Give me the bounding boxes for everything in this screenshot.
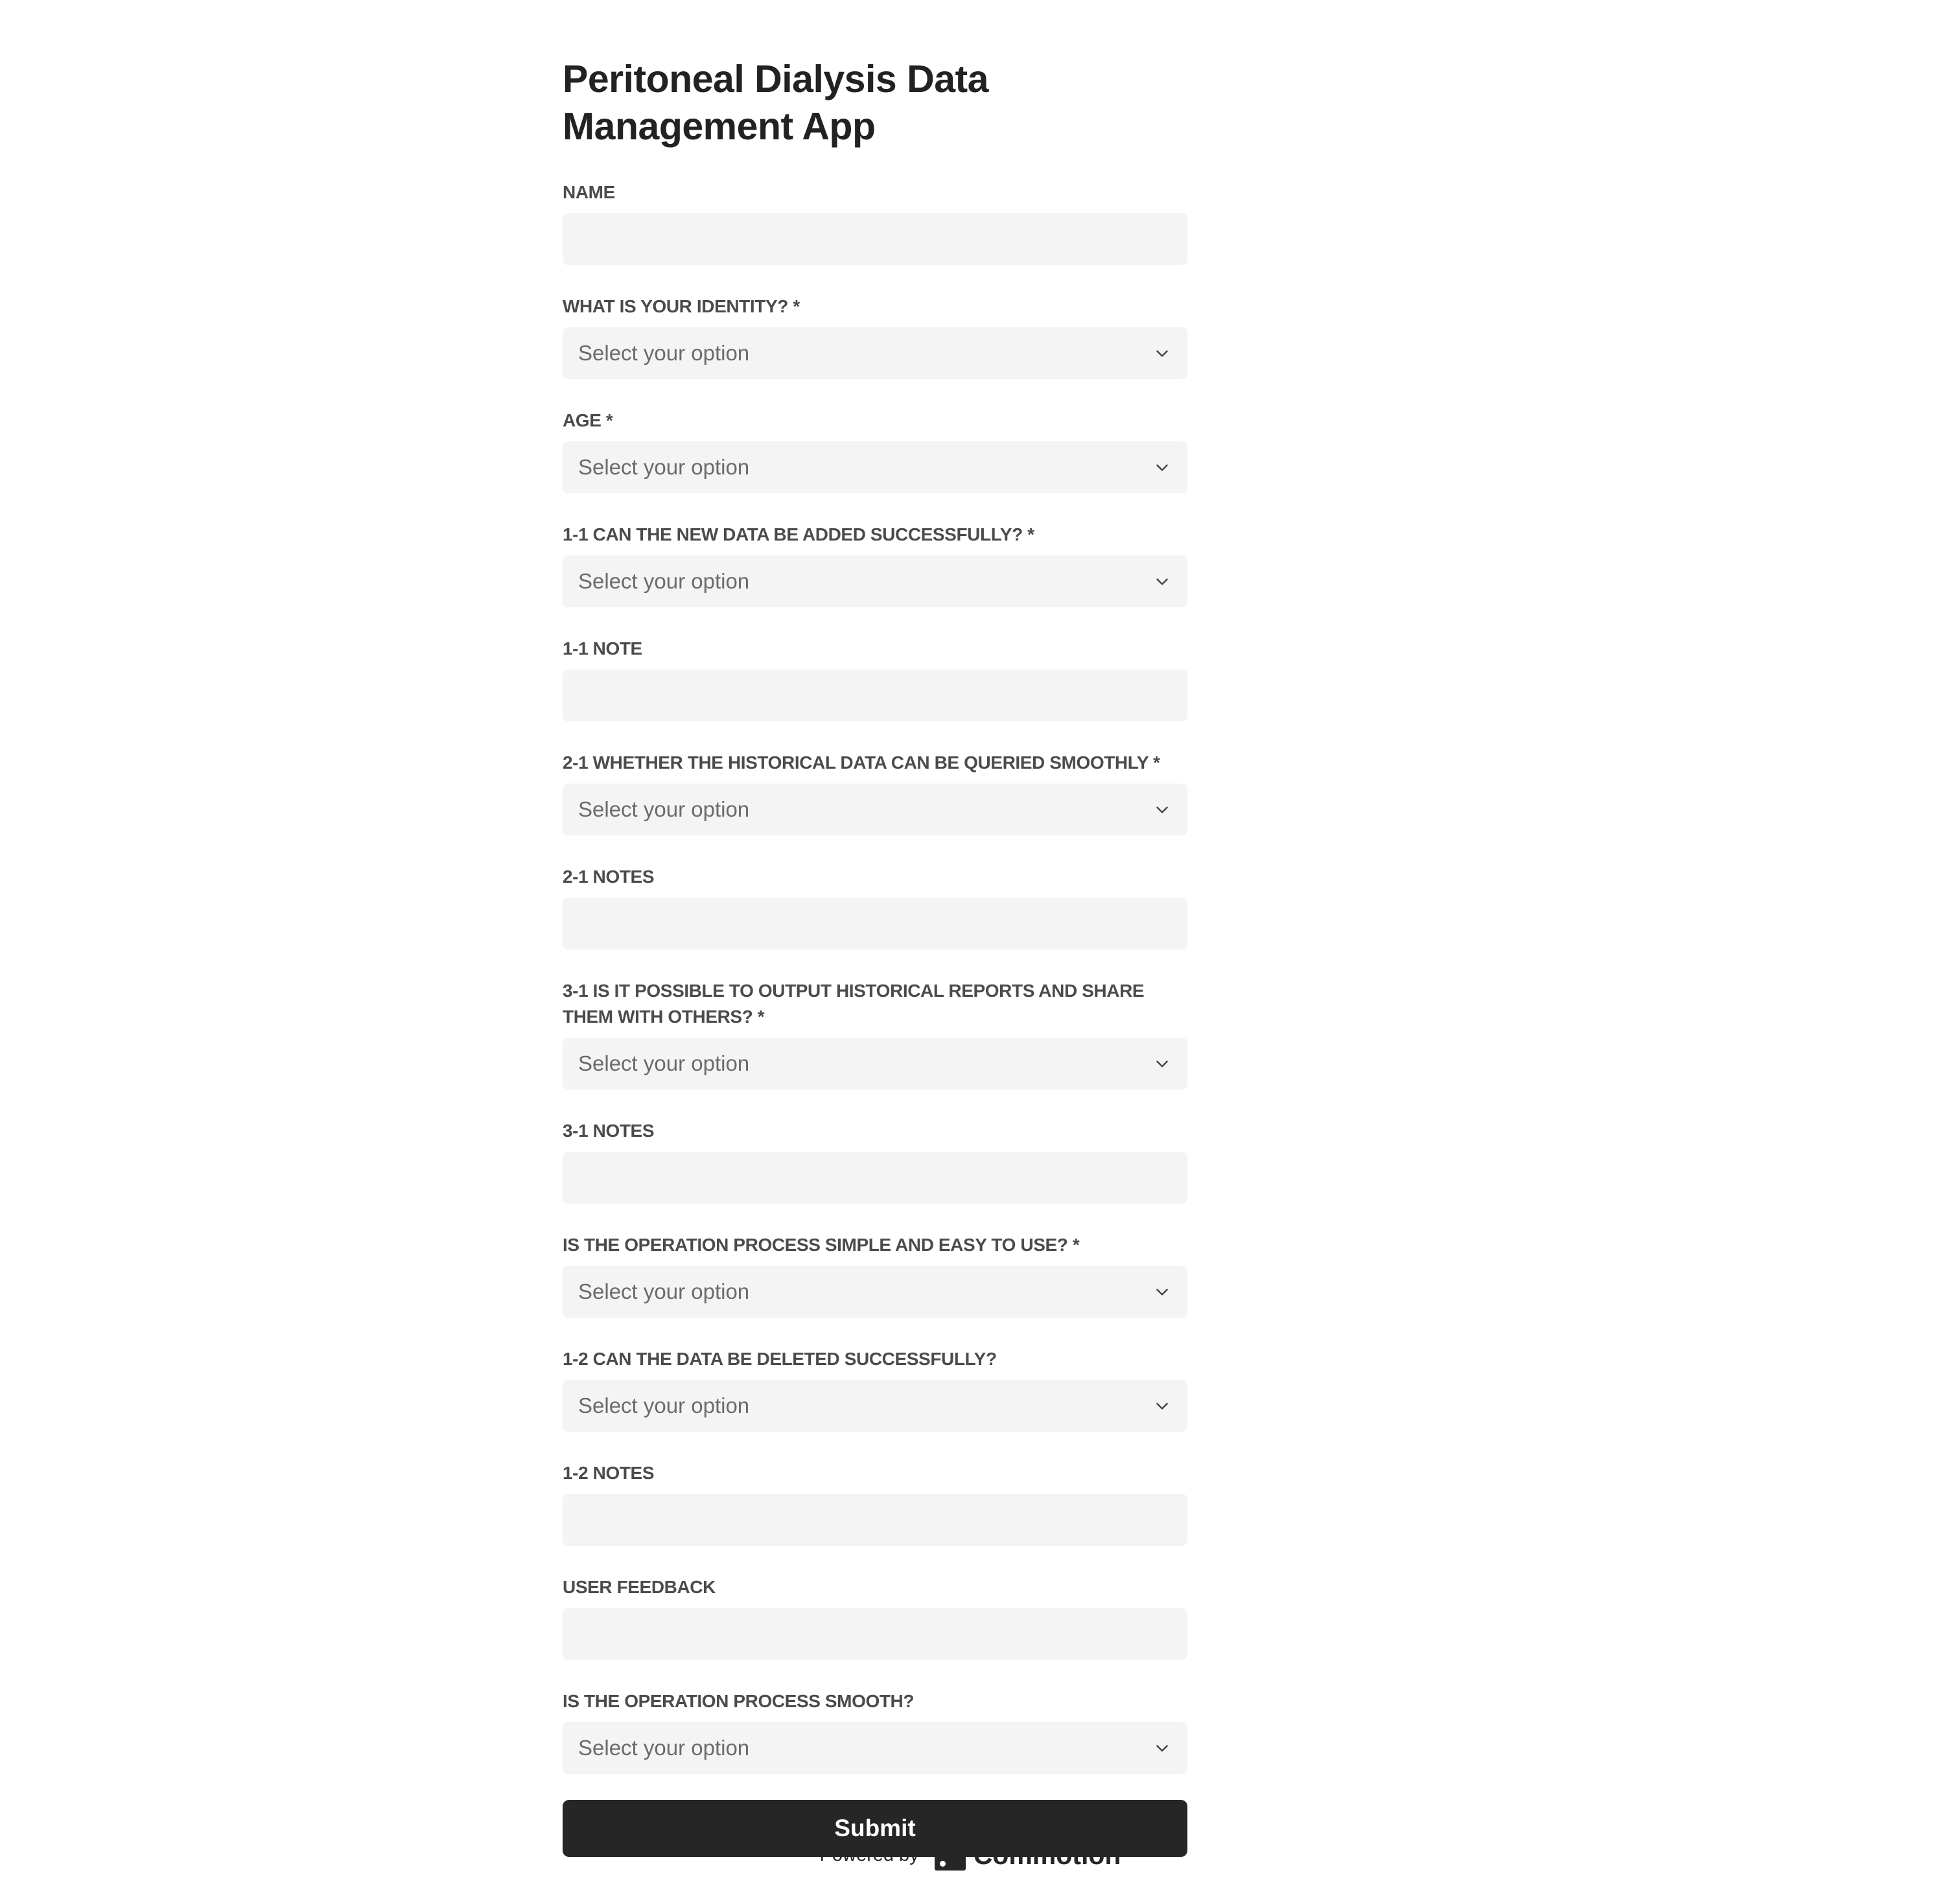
select-value: Select your option	[578, 1279, 750, 1303]
user-feedback-input[interactable]	[563, 1608, 1187, 1660]
select-value: Select your option	[578, 341, 750, 365]
age-select[interactable]: Select your option	[563, 441, 1187, 493]
select-value: Select your option	[578, 797, 750, 821]
chevron-down-icon	[1156, 464, 1168, 471]
field-age: AGE * Select your option	[563, 408, 1187, 493]
field-3-1-notes: 3-1 NOTES	[563, 1118, 1187, 1204]
name-input[interactable]	[563, 213, 1187, 265]
brand-name: Commotion	[973, 1839, 1121, 1870]
field-label: IS THE OPERATION PROCESS SMOOTH?	[563, 1691, 915, 1711]
page-title: Peritoneal Dialysis Data Management App	[563, 58, 988, 148]
operation-simple-select[interactable]: Select your option	[563, 1266, 1187, 1318]
chevron-down-icon	[1156, 578, 1168, 585]
field-label: 2-1 WHETHER THE HISTORICAL DATA CAN BE Q…	[563, 752, 1160, 773]
chevron-down-icon	[1156, 1060, 1168, 1067]
chevron-down-icon	[1156, 1288, 1168, 1296]
notes-3-1-input[interactable]	[563, 1152, 1187, 1204]
select-value: Select your option	[578, 1393, 750, 1417]
field-user-feedback: USER FEEDBACK	[563, 1574, 1187, 1660]
field-label: 2-1 NOTES	[563, 867, 655, 887]
data-deleted-select[interactable]: Select your option	[563, 1380, 1187, 1432]
field-operation-simple: IS THE OPERATION PROCESS SIMPLE AND EASY…	[563, 1232, 1187, 1318]
field-label: 1-2 CAN THE DATA BE DELETED SUCCESSFULLY…	[563, 1349, 997, 1369]
field-label: WHAT IS YOUR IDENTITY? *	[563, 296, 800, 316]
powered-by-footer: Powered by Commotion	[0, 1839, 1960, 1871]
field-label: 3-1 IS IT POSSIBLE TO OUTPUT HISTORICAL …	[563, 981, 1145, 1027]
note-1-1-input[interactable]	[563, 670, 1187, 721]
field-label: IS THE OPERATION PROCESS SIMPLE AND EASY…	[563, 1235, 1080, 1255]
field-name: NAME	[563, 180, 1187, 265]
operation-smooth-select[interactable]: Select your option	[563, 1722, 1187, 1774]
commotion-brand-link[interactable]: Commotion	[934, 1839, 1121, 1871]
field-2-1-notes: 2-1 NOTES	[563, 864, 1187, 950]
select-value: Select your option	[578, 1736, 750, 1760]
field-label: 1-1 CAN THE NEW DATA BE ADDED SUCCESSFUL…	[563, 524, 1034, 544]
chevron-down-icon	[1156, 350, 1168, 357]
select-value: Select your option	[578, 569, 750, 593]
field-3-1-reports: 3-1 IS IT POSSIBLE TO OUTPUT HISTORICAL …	[563, 978, 1187, 1090]
data-added-select[interactable]: Select your option	[563, 555, 1187, 607]
form-fields: NAME WHAT IS YOUR IDENTITY? * Select you…	[563, 180, 1187, 1774]
select-value: Select your option	[578, 455, 750, 479]
chevron-down-icon	[1156, 1745, 1168, 1752]
field-identity: WHAT IS YOUR IDENTITY? * Select your opt…	[563, 294, 1187, 379]
notes-2-1-input[interactable]	[563, 898, 1187, 950]
data-queried-select[interactable]: Select your option	[563, 784, 1187, 835]
chevron-down-icon	[1156, 1403, 1168, 1410]
field-label: 3-1 NOTES	[563, 1121, 655, 1141]
field-2-1-queried: 2-1 WHETHER THE HISTORICAL DATA CAN BE Q…	[563, 750, 1187, 835]
notes-1-2-input[interactable]	[563, 1494, 1187, 1546]
field-1-1-note: 1-1 NOTE	[563, 636, 1187, 721]
field-1-1-added: 1-1 CAN THE NEW DATA BE ADDED SUCCESSFUL…	[563, 522, 1187, 607]
field-1-2-notes: 1-2 NOTES	[563, 1460, 1187, 1546]
field-label: 1-2 NOTES	[563, 1463, 655, 1483]
field-1-2-deleted: 1-2 CAN THE DATA BE DELETED SUCCESSFULLY…	[563, 1346, 1187, 1432]
select-value: Select your option	[578, 1051, 750, 1075]
field-label: 1-1 NOTE	[563, 638, 642, 659]
field-operation-smooth: IS THE OPERATION PROCESS SMOOTH? Select …	[563, 1688, 1187, 1774]
commotion-logo-icon	[934, 1839, 966, 1871]
field-label: USER FEEDBACK	[563, 1577, 716, 1597]
survey-form: Peritoneal Dialysis Data Management App …	[563, 56, 1187, 1857]
field-label: AGE *	[563, 410, 613, 430]
chevron-down-icon	[1156, 806, 1168, 813]
field-label: NAME	[563, 182, 615, 202]
reports-share-select[interactable]: Select your option	[563, 1038, 1187, 1090]
identity-select[interactable]: Select your option	[563, 327, 1187, 379]
powered-by-text: Powered by	[819, 1844, 919, 1865]
